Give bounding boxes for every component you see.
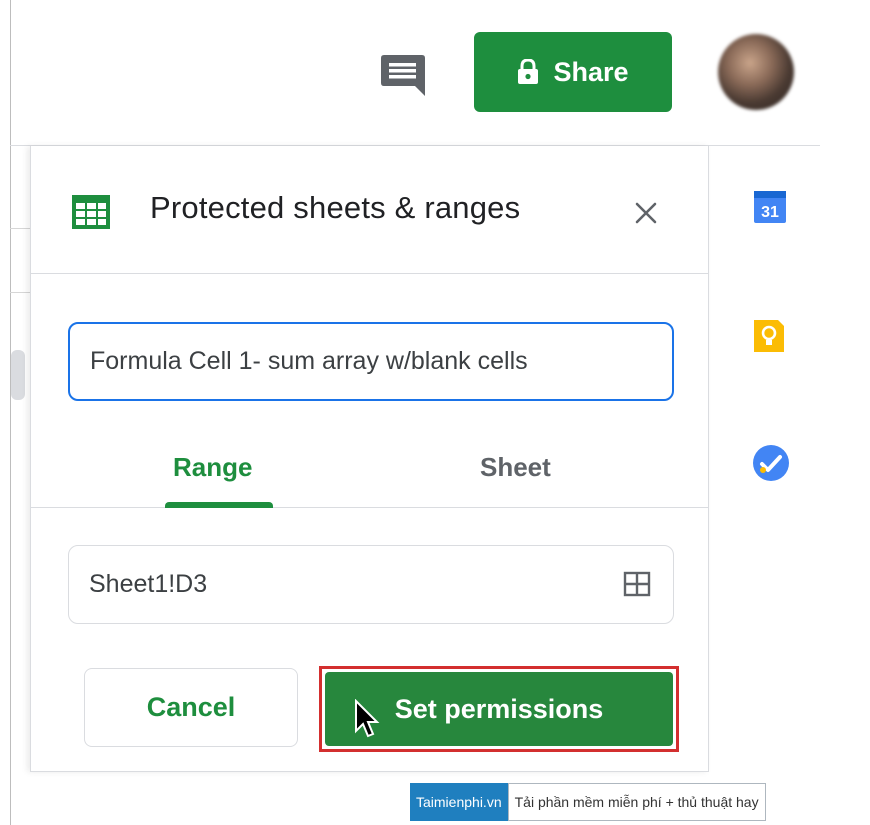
panel-header: Protected sheets & ranges [31, 146, 708, 274]
calendar-day: 31 [761, 204, 779, 221]
protected-ranges-panel: Protected sheets & ranges Formula Cell 1… [30, 146, 709, 772]
lock-icon [518, 59, 539, 84]
cancel-button[interactable]: Cancel [84, 668, 298, 747]
sheet-scrollbar[interactable] [11, 350, 25, 400]
keep-icon[interactable] [752, 318, 786, 354]
comment-icon[interactable] [378, 52, 428, 97]
share-label: Share [553, 56, 629, 87]
window-edge [10, 0, 11, 825]
watermark-brand: Taimienphi.vn [410, 783, 508, 821]
close-icon[interactable] [631, 198, 661, 228]
active-tab-indicator [165, 502, 273, 508]
calendar-icon[interactable]: 31 [753, 190, 787, 224]
mouse-cursor-icon [355, 699, 380, 738]
tasks-icon[interactable] [751, 443, 791, 483]
range-input[interactable]: Sheet1!D3 [68, 545, 674, 624]
share-button[interactable]: Share [474, 32, 672, 112]
tab-sheet[interactable]: Sheet [480, 452, 551, 483]
range-sheet-tabs: Range Sheet [31, 436, 708, 508]
panel-title: Protected sheets & ranges [150, 190, 521, 225]
sheets-icon [72, 195, 110, 229]
tab-range[interactable]: Range [173, 452, 252, 483]
sheet-row-divider [10, 228, 32, 229]
avatar[interactable] [718, 34, 794, 110]
range-value: Sheet1!D3 [89, 570, 208, 598]
watermark: Taimienphi.vn Tải phần mềm miễn phí + th… [410, 783, 766, 821]
watermark-tagline: Tải phần mềm miễn phí + thủ thuật hay [507, 783, 766, 821]
description-input[interactable]: Formula Cell 1- sum array w/blank cells [68, 322, 674, 401]
sheet-row-divider [10, 292, 32, 293]
select-range-icon[interactable] [623, 571, 651, 597]
